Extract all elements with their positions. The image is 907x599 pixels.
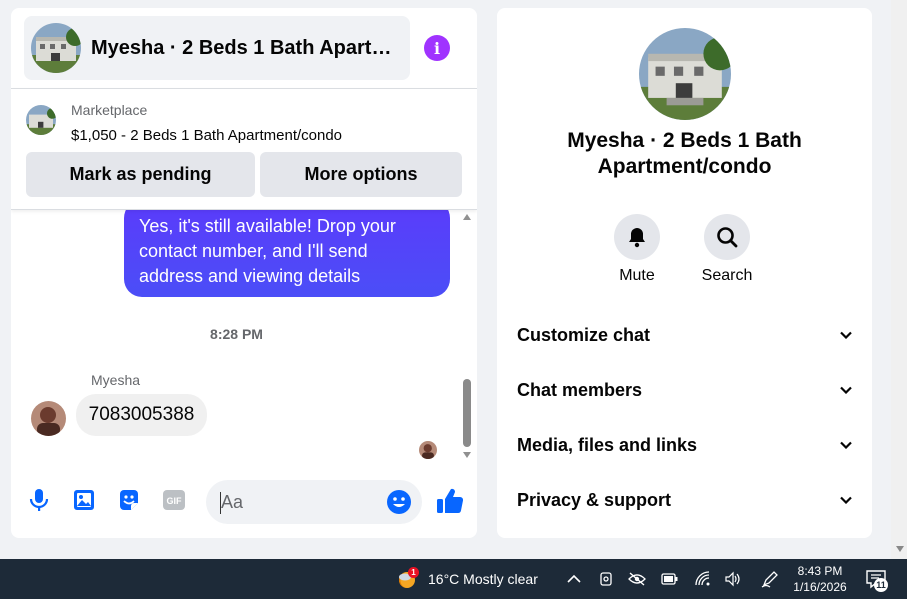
info-icon[interactable]: i bbox=[424, 35, 450, 61]
info-title: Myesha · 2 Beds 1 Bath Apartment/condo bbox=[567, 129, 802, 178]
bell-icon[interactable] bbox=[614, 214, 660, 260]
search-label: Search bbox=[701, 267, 753, 284]
section-label: Media, files and links bbox=[517, 434, 698, 455]
chevron-up-icon[interactable] bbox=[564, 569, 584, 589]
mute-action[interactable]: Mute bbox=[597, 214, 677, 285]
svg-text:GIF: GIF bbox=[167, 496, 183, 506]
section-label: Privacy & support bbox=[517, 489, 672, 510]
chat-members-section[interactable]: Chat members bbox=[517, 375, 852, 405]
weather-alert-badge: 1 bbox=[408, 567, 419, 578]
page-scrollbar[interactable] bbox=[891, 0, 907, 559]
sticker-icon[interactable] bbox=[116, 487, 142, 513]
battery-icon[interactable] bbox=[660, 569, 680, 589]
volume-icon[interactable] bbox=[723, 569, 743, 589]
scroll-up-arrow[interactable] bbox=[463, 214, 471, 220]
thumbs-up-icon[interactable] bbox=[435, 486, 465, 516]
more-options-button[interactable]: More options bbox=[260, 152, 462, 197]
incoming-message[interactable]: 7083005388 bbox=[76, 394, 207, 436]
wifi-icon[interactable] bbox=[693, 569, 713, 589]
read-receipt-avatar bbox=[419, 441, 437, 459]
conversation-info-panel: Myesha · 2 Beds 1 Bath Apartment/condo M… bbox=[497, 8, 872, 538]
marketplace-label: Marketplace bbox=[71, 102, 148, 118]
sender-name: Myesha bbox=[91, 372, 141, 388]
chevron-down-icon bbox=[840, 331, 852, 339]
chat-panel: Myesha · 2 Beds 1 Bath Apartment/condo i… bbox=[11, 8, 477, 538]
section-label: Chat members bbox=[517, 379, 643, 400]
mute-label: Mute bbox=[619, 267, 655, 284]
conversation-avatar bbox=[31, 23, 81, 73]
listing-title[interactable]: $1,050 - 2 Beds 1 Bath Apartment/condo bbox=[71, 127, 342, 144]
microphone-icon[interactable] bbox=[26, 487, 52, 513]
listing-thumbnail[interactable] bbox=[26, 105, 56, 135]
chevron-down-icon bbox=[840, 441, 852, 449]
message-list[interactable]: Yes, it's still available! Drop your con… bbox=[11, 210, 477, 468]
customize-chat-section[interactable]: Customize chat bbox=[517, 320, 852, 350]
eye-off-icon[interactable] bbox=[627, 569, 647, 589]
section-label: Customize chat bbox=[517, 324, 651, 345]
search-action[interactable]: Search bbox=[687, 214, 767, 285]
info-avatar[interactable] bbox=[639, 28, 731, 120]
chevron-down-icon bbox=[840, 386, 852, 394]
search-icon[interactable] bbox=[704, 214, 750, 260]
marketplace-banner: Marketplace $1,050 - 2 Beds 1 Bath Apart… bbox=[11, 88, 477, 210]
privacy-support-section[interactable]: Privacy & support bbox=[517, 485, 852, 515]
emoji-icon[interactable] bbox=[385, 488, 413, 516]
taskbar: 1 16°C Mostly clear 8:43 PM 1/16/2026 11 bbox=[0, 559, 907, 599]
mark-as-pending-button[interactable]: Mark as pending bbox=[26, 152, 255, 197]
sender-avatar[interactable] bbox=[31, 401, 66, 436]
system-clock[interactable]: 8:43 PM 1/16/2026 bbox=[790, 563, 850, 595]
chat-scrollbar-thumb[interactable] bbox=[463, 379, 471, 447]
photo-icon[interactable] bbox=[71, 487, 97, 513]
chat-title: Myesha · 2 Beds 1 Bath Apartment/condo bbox=[91, 36, 401, 59]
message-composer: GIF bbox=[11, 472, 477, 532]
weather-text[interactable]: 16°C Mostly clear bbox=[428, 571, 538, 587]
chevron-down-icon bbox=[840, 496, 852, 504]
camera-icon[interactable] bbox=[596, 569, 616, 589]
clock-time: 8:43 PM bbox=[797, 564, 843, 578]
gif-icon[interactable]: GIF bbox=[161, 487, 187, 513]
text-caret bbox=[220, 492, 221, 514]
pen-icon[interactable] bbox=[760, 569, 780, 589]
outgoing-message[interactable]: Yes, it's still available! Drop your con… bbox=[124, 210, 450, 297]
scroll-down-arrow[interactable] bbox=[463, 452, 471, 458]
clock-date: 1/16/2026 bbox=[793, 580, 847, 594]
message-timestamp: 8:28 PM bbox=[210, 326, 263, 342]
chat-header[interactable]: Myesha · 2 Beds 1 Bath Apartment/condo bbox=[24, 16, 410, 80]
page-scroll-down-arrow[interactable] bbox=[896, 546, 904, 552]
media-files-links-section[interactable]: Media, files and links bbox=[517, 430, 852, 460]
notification-count-badge: 11 bbox=[874, 578, 888, 592]
